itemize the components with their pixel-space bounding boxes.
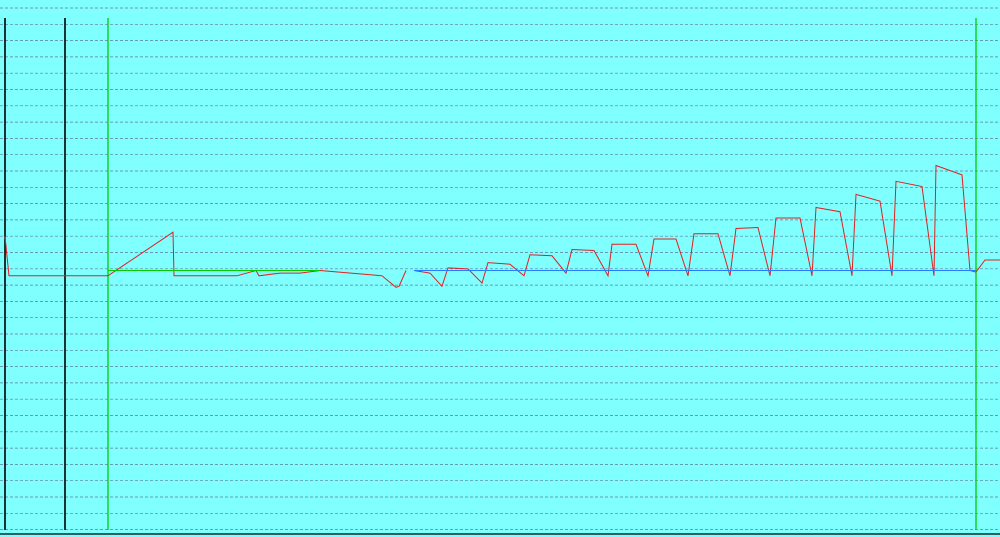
series-line-1-main (413, 164, 1000, 288)
plot-area (0, 7, 1000, 535)
